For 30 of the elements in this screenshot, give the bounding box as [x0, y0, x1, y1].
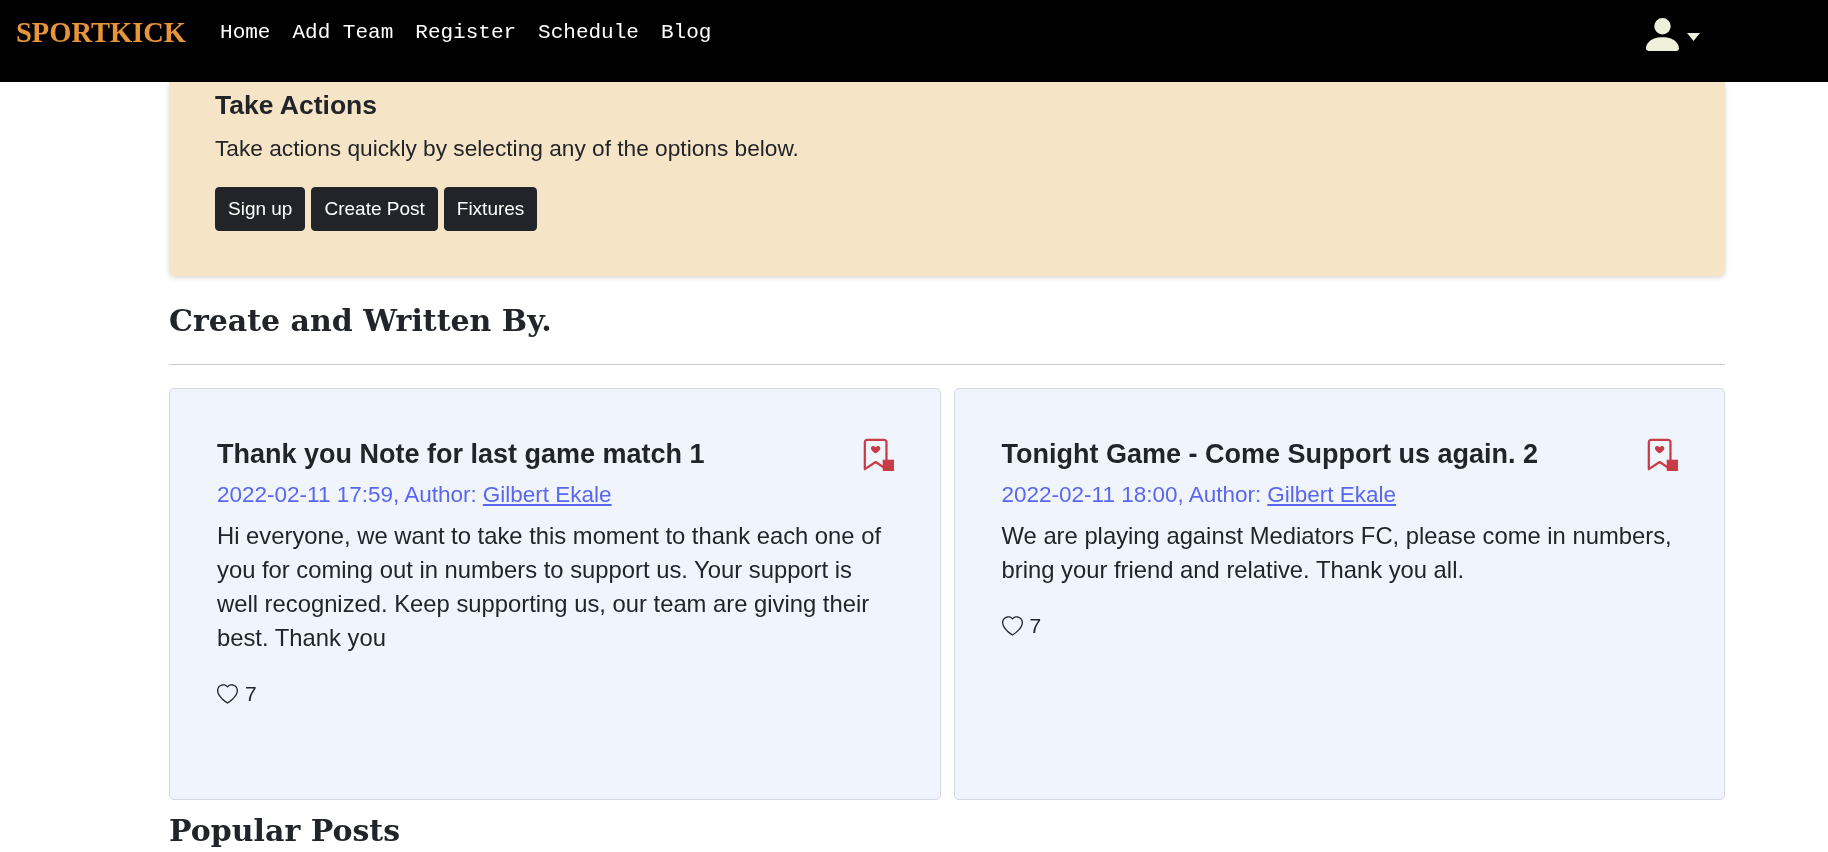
author-link[interactable]: Gilbert Ekale — [482, 482, 612, 507]
brand-logo[interactable]: SPORTKICK — [16, 17, 187, 49]
caret-icon — [1687, 33, 1700, 41]
action-button[interactable]: Fixtures — [443, 187, 538, 231]
like-button[interactable]: 7 — [1001, 614, 1042, 638]
action-button[interactable]: Create Post — [311, 187, 438, 231]
action-button[interactable]: Sign up — [215, 187, 306, 231]
nav-link[interactable]: Home — [220, 17, 271, 49]
post-body: We are playing against Mediators FC, please come in numbers, bring your friend and relative. Thank you all. — [1001, 521, 1673, 585]
section-heading: Create and Written By. — [169, 303, 553, 339]
bookmark-heart-icon[interactable] — [1646, 438, 1678, 472]
post-body: Hi everyone, we want to take this moment to thank each one of you for coming out in numbers to support us. Your support is well recognized. Keep supporting us, our team are giving their best. Thank you — [217, 521, 883, 653]
post-date-author: 2022-02-11 17:59, Author: — [217, 482, 477, 507]
bookmark-heart-icon[interactable] — [861, 438, 894, 472]
nav-link[interactable]: Schedule — [538, 17, 639, 49]
panel-description: Take actions quickly by selecting any of the options below. — [215, 134, 800, 163]
heart-icon — [217, 684, 238, 704]
post-title: Thank you Note for last game match 1 — [217, 438, 705, 470]
author-link[interactable]: Gilbert Ekale — [1267, 482, 1397, 507]
panel-title: Take Actions — [215, 90, 378, 121]
post-date-author: 2022-02-11 18:00, Author: — [1001, 482, 1262, 507]
heart-icon — [1001, 616, 1023, 636]
user-icon — [1646, 17, 1679, 51]
like-button[interactable]: 7 — [217, 682, 257, 706]
nav-link[interactable]: Register — [415, 17, 517, 49]
user-menu-button[interactable] — [1646, 17, 1700, 51]
post-title: Tonight Game - Come Support us again. 2 — [1001, 438, 1539, 470]
section-heading: Popular Posts — [169, 813, 402, 849]
nav-link[interactable]: Add Team — [292, 17, 394, 49]
nav-link[interactable]: Blog — [660, 17, 712, 49]
